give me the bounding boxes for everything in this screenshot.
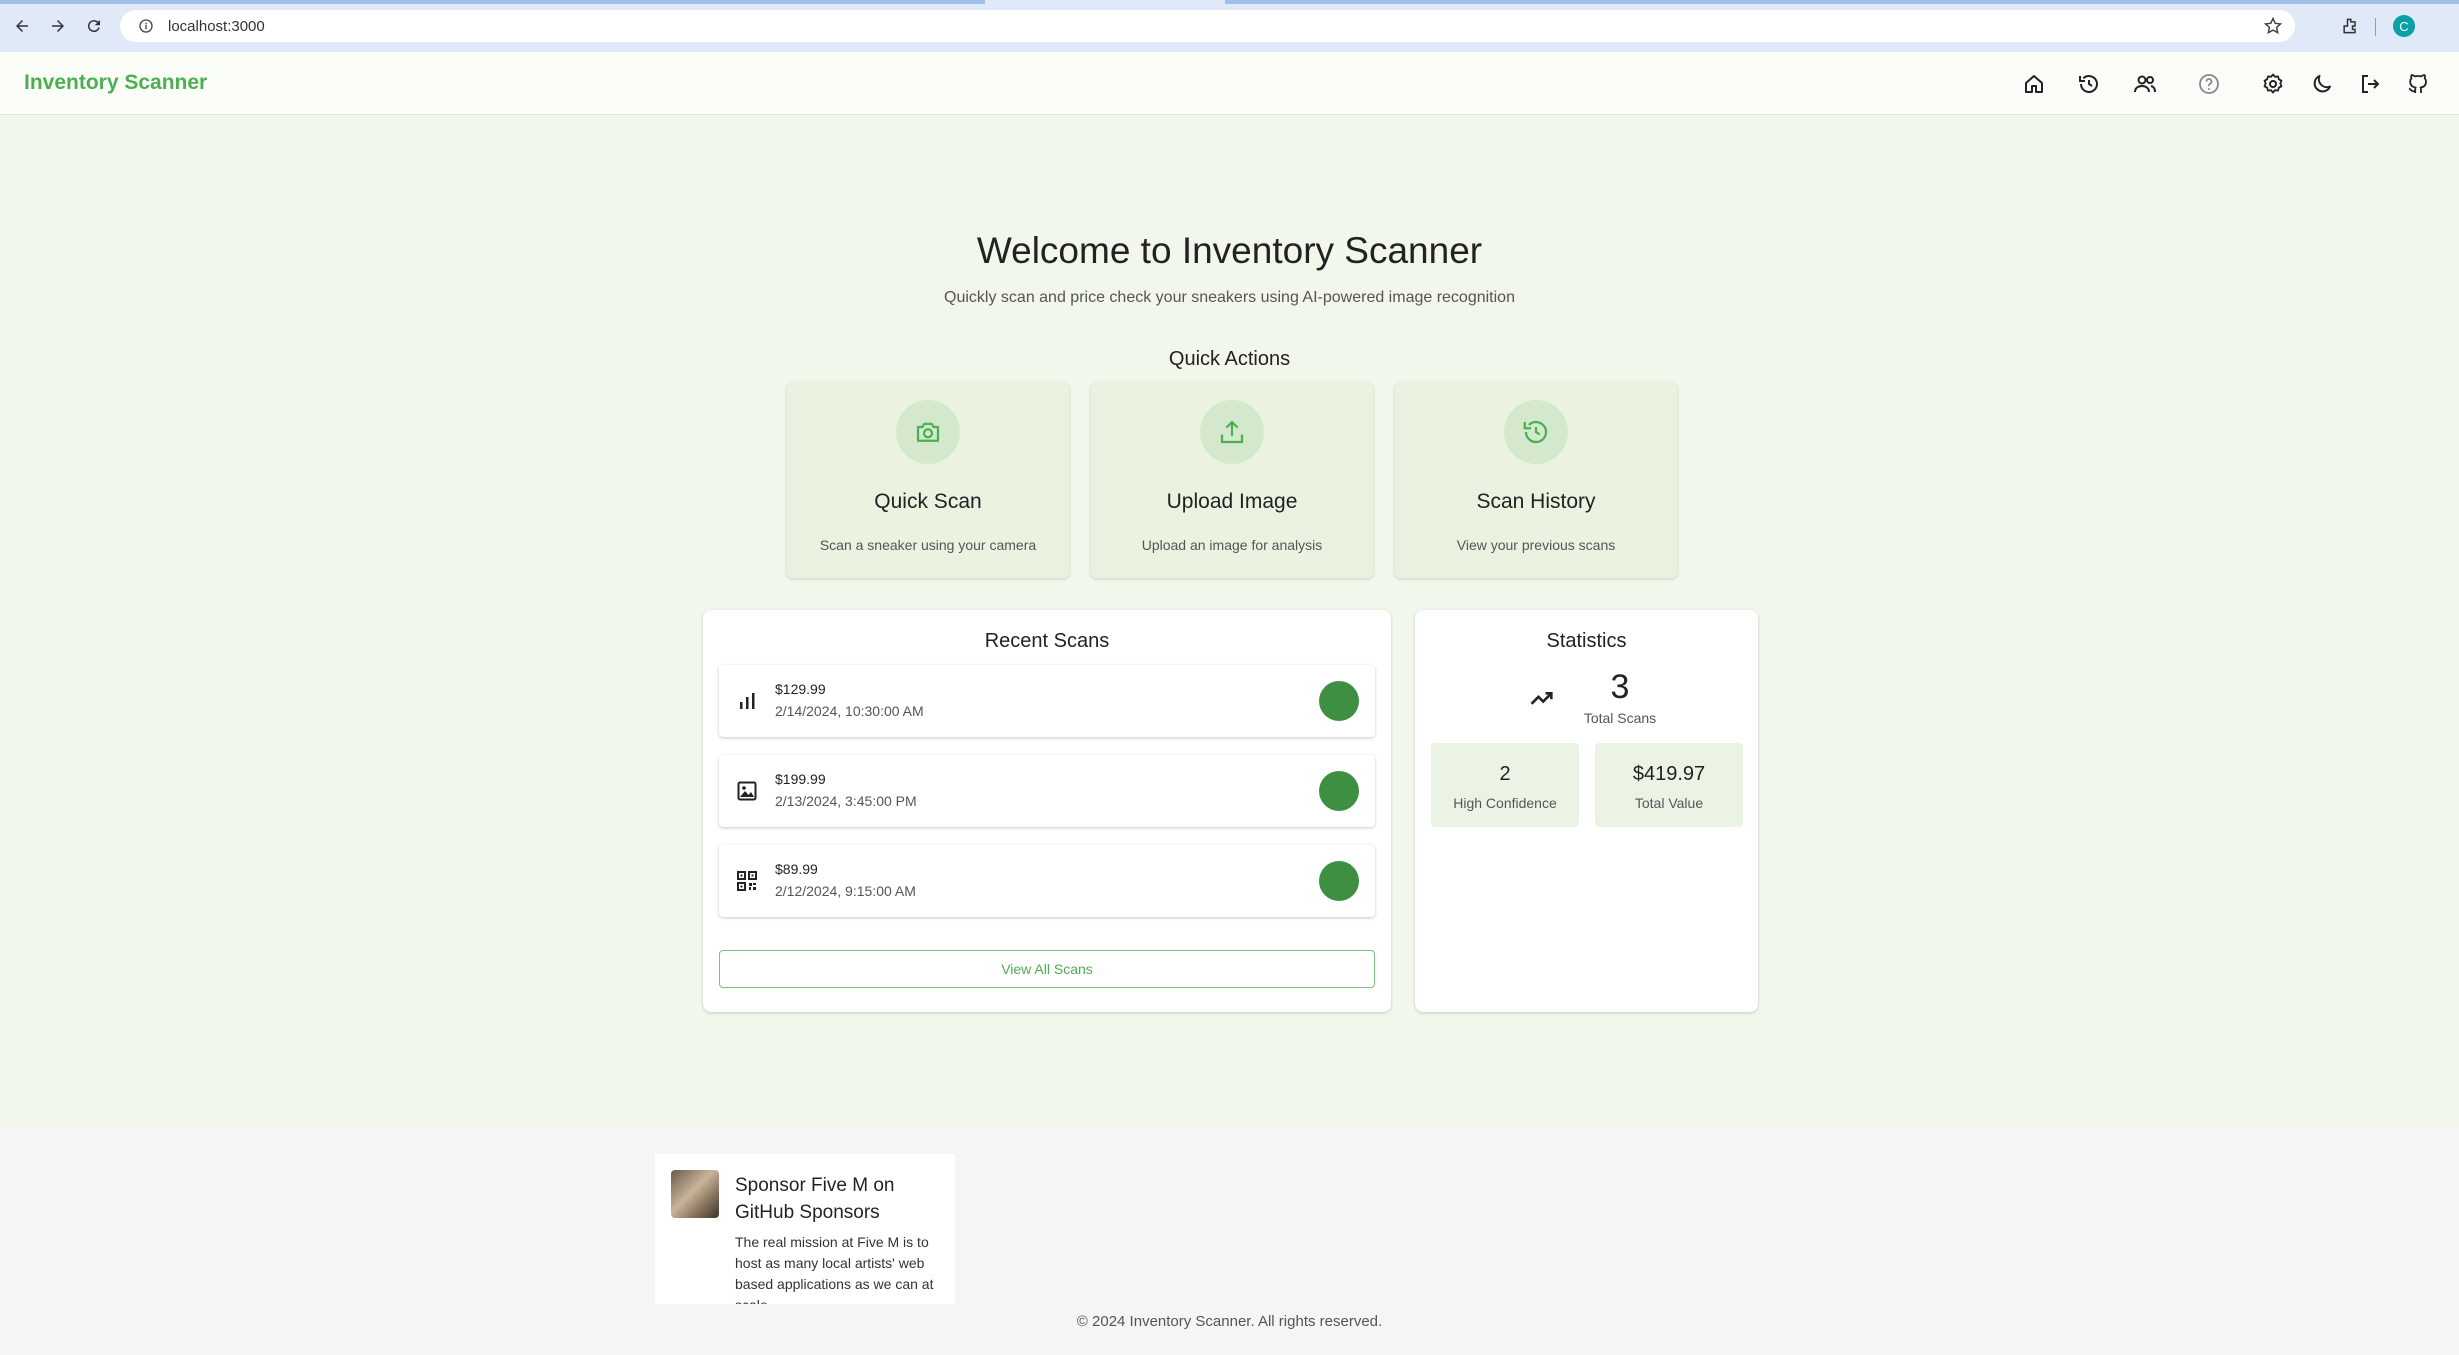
- recent-scans-title: Recent Scans: [984, 630, 1110, 652]
- recent-scans-panel: Recent Scans $129.99 2/14/2024, 10:30:00…: [703, 610, 1391, 1012]
- upload-image-description: Upload an image for analysis: [1141, 537, 1323, 553]
- upload-icon: [1200, 400, 1264, 464]
- extensions-icon[interactable]: [2336, 12, 2364, 40]
- app-header: Inventory Scanner: [0, 52, 2459, 115]
- scan-list-item[interactable]: $199.99 2/13/2024, 3:45:00 PM: [719, 755, 1375, 827]
- app-brand[interactable]: Inventory Scanner: [24, 71, 207, 95]
- scan-list-item[interactable]: $89.99 2/12/2024, 9:15:00 AM: [719, 845, 1375, 917]
- browser-toolbar: localhost:3000 C: [0, 0, 2459, 52]
- trending-up-icon: [1530, 692, 1553, 705]
- dark-mode-icon[interactable]: [2306, 68, 2338, 100]
- forward-icon[interactable]: [44, 12, 72, 40]
- back-icon[interactable]: [8, 12, 36, 40]
- total-value-value: $419.97: [1632, 763, 1706, 785]
- bar-chart-icon: [740, 693, 755, 709]
- menu-dots-icon[interactable]: [2404, 12, 2432, 40]
- scan-status-indicator: [1319, 681, 1359, 721]
- quick-scan-card[interactable]: Quick Scan Scan a sneaker using your cam…: [787, 382, 1069, 578]
- sponsor-avatar: [671, 1170, 719, 1218]
- sponsor-description: The real mission at Five M is to host as…: [735, 1234, 934, 1304]
- bookmark-star-icon[interactable]: [2263, 16, 2283, 36]
- scan-list-item[interactable]: $129.99 2/14/2024, 10:30:00 AM: [719, 665, 1375, 737]
- github-icon[interactable]: [2402, 68, 2434, 100]
- scan-history-label: Scan History: [1476, 490, 1596, 513]
- site-info-icon[interactable]: [138, 18, 154, 34]
- people-icon[interactable]: [2129, 68, 2161, 100]
- history-icon: [1504, 400, 1568, 464]
- scan-price: $89.99: [775, 861, 818, 877]
- url-text[interactable]: localhost:3000: [168, 18, 265, 35]
- scan-price: $199.99: [775, 771, 826, 787]
- scan-date: 2/14/2024, 10:30:00 AM: [775, 703, 924, 719]
- history-icon[interactable]: [2073, 68, 2105, 100]
- address-bar[interactable]: localhost:3000: [120, 10, 2295, 42]
- page-title: Welcome to Inventory Scanner: [976, 230, 1483, 271]
- home-icon[interactable]: [2018, 68, 2050, 100]
- image-icon: [737, 781, 757, 801]
- high-confidence-stat: 2 High Confidence: [1431, 743, 1579, 827]
- view-all-scans-button[interactable]: View All Scans: [719, 950, 1375, 988]
- help-icon[interactable]: [2193, 68, 2225, 100]
- total-scans-label: Total Scans: [1583, 710, 1657, 726]
- upload-image-label: Upload Image: [1166, 490, 1298, 513]
- logout-icon[interactable]: [2354, 68, 2386, 100]
- copyright-text: © 2024 Inventory Scanner. All rights res…: [1076, 1313, 1383, 1330]
- reload-icon[interactable]: [80, 12, 108, 40]
- quick-actions-title: Quick Actions: [1168, 348, 1291, 370]
- scan-status-indicator: [1319, 771, 1359, 811]
- page-subtitle: Quickly scan and price check your sneake…: [944, 289, 1515, 306]
- scan-price: $129.99: [775, 681, 826, 697]
- total-value-stat: $419.97 Total Value: [1595, 743, 1743, 827]
- total-scans-value: 3: [1610, 668, 1630, 706]
- upload-image-card[interactable]: Upload Image Upload an image for analysi…: [1091, 382, 1373, 578]
- statistics-title: Statistics: [1546, 630, 1627, 652]
- quick-scan-description: Scan a sneaker using your camera: [819, 537, 1037, 553]
- scan-date: 2/13/2024, 3:45:00 PM: [775, 793, 917, 809]
- settings-icon[interactable]: [2257, 68, 2289, 100]
- scan-history-description: View your previous scans: [1456, 537, 1616, 553]
- scan-history-card[interactable]: Scan History View your previous scans: [1395, 382, 1677, 578]
- qr-code-icon: [737, 871, 757, 891]
- scan-status-indicator: [1319, 861, 1359, 901]
- quick-scan-label: Quick Scan: [874, 490, 982, 513]
- sponsor-title[interactable]: Sponsor Five M on GitHub Sponsors: [735, 1172, 935, 1226]
- statistics-panel: Statistics 3 Total Scans 2 High Confiden…: [1415, 610, 1758, 1012]
- total-value-label: Total Value: [1634, 795, 1704, 811]
- scan-date: 2/12/2024, 9:15:00 AM: [775, 883, 916, 899]
- sponsor-card[interactable]: Sponsor Five M on GitHub Sponsors The re…: [655, 1154, 955, 1304]
- high-confidence-label: High Confidence: [1453, 795, 1557, 811]
- tab-strip: [0, 0, 2459, 4]
- camera-icon: [896, 400, 960, 464]
- high-confidence-value: 2: [1499, 763, 1511, 785]
